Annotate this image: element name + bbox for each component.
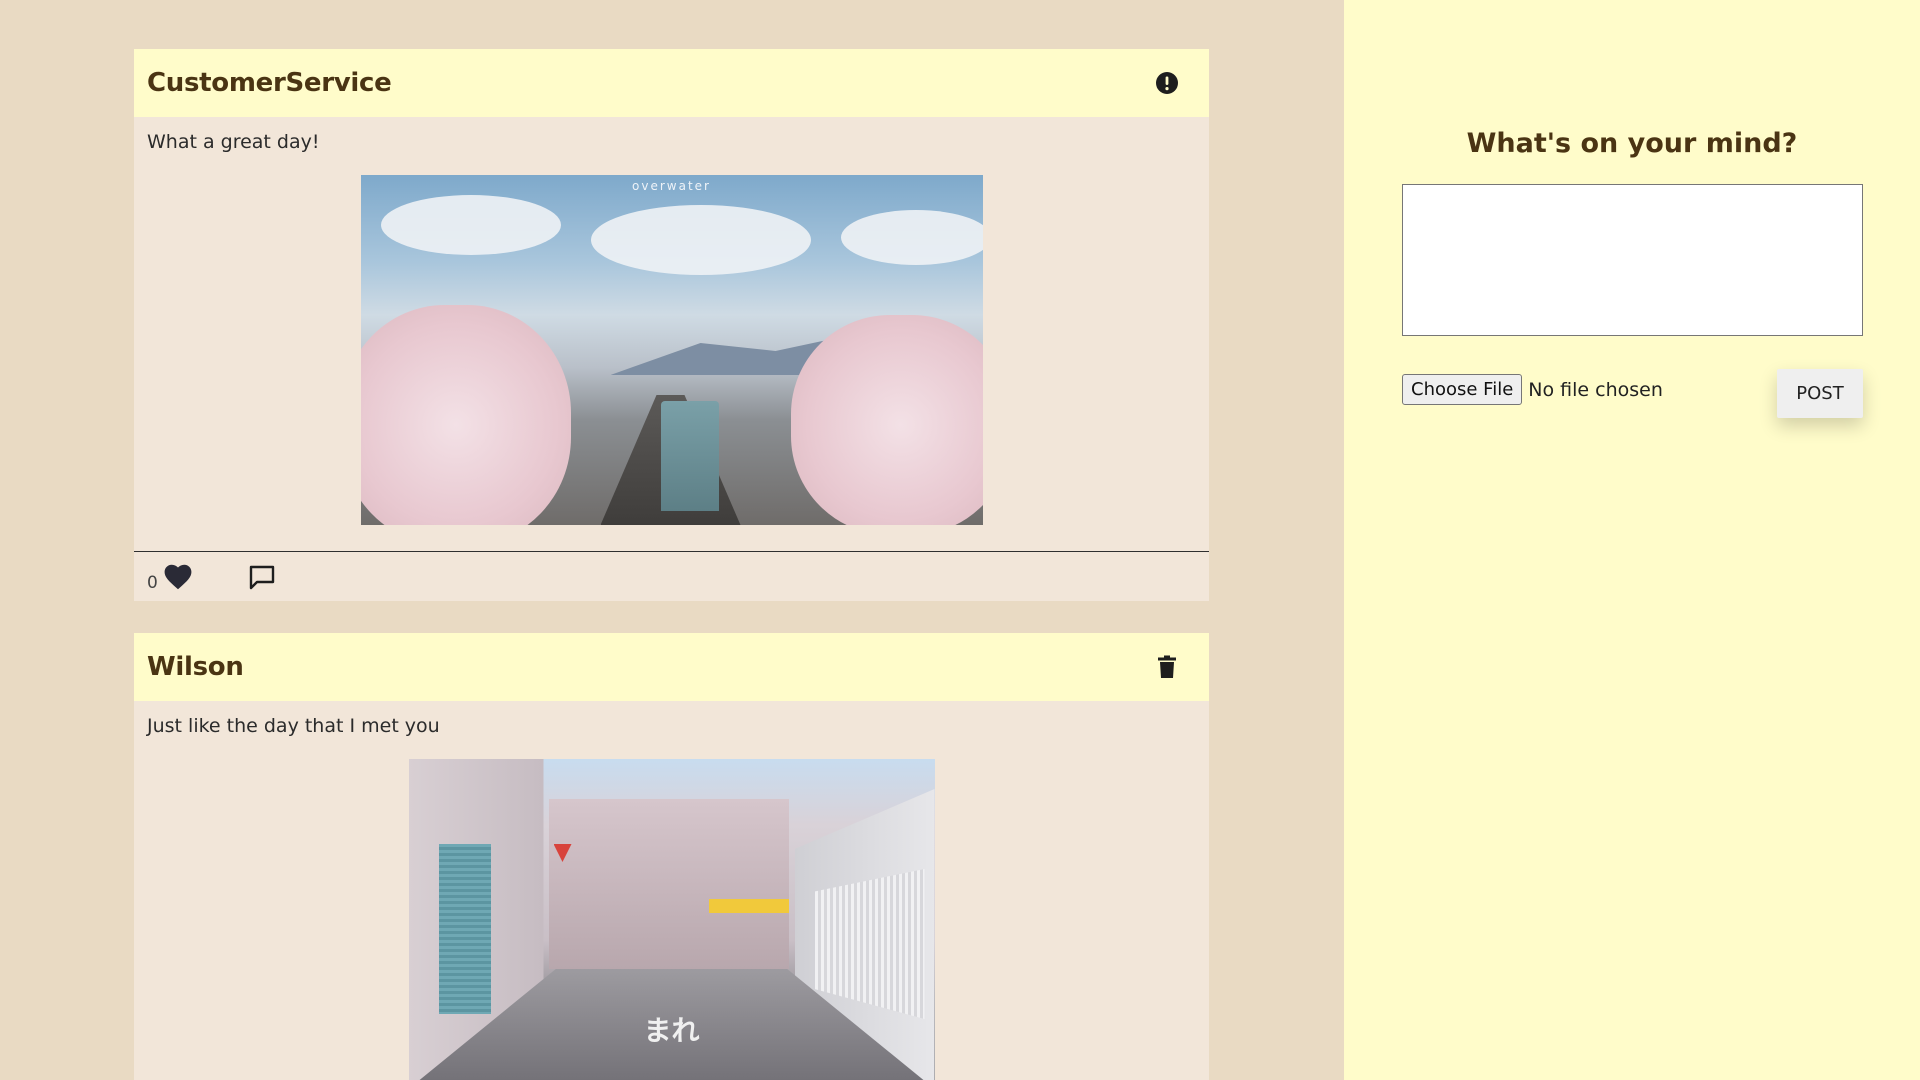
post-header: Wilson: [134, 633, 1209, 701]
composer-title: What's on your mind?: [1466, 128, 1798, 159]
heart-icon[interactable]: [164, 564, 192, 590]
file-status: No file chosen: [1528, 378, 1663, 401]
post-image[interactable]: まれ: [408, 759, 935, 1080]
trash-icon[interactable]: [1154, 654, 1180, 680]
post-card: Wilson Just like the day that I met you: [134, 633, 1209, 1080]
post-textarea[interactable]: [1402, 184, 1863, 336]
post-actions: 0: [134, 552, 1209, 601]
post-image[interactable]: overwater: [360, 175, 983, 525]
road-marking: まれ: [643, 1014, 700, 1047]
post-image-container: overwater: [134, 163, 1209, 525]
post-text: What a great day!: [147, 131, 320, 153]
choose-file-button[interactable]: Choose File: [1402, 374, 1523, 405]
post-text: Just like the day that I met you: [147, 715, 440, 737]
post-feed: CustomerService What a great day! overwa…: [134, 49, 1209, 1080]
post-author[interactable]: CustomerService: [147, 68, 392, 98]
exclamation-circle-icon[interactable]: [1154, 70, 1180, 96]
post-author[interactable]: Wilson: [147, 652, 244, 682]
image-watermark: overwater: [632, 179, 711, 193]
file-picker: Choose File No file chosen: [1402, 374, 1663, 405]
like-count: 0: [147, 572, 158, 593]
post-header: CustomerService: [134, 49, 1209, 117]
comment-icon[interactable]: [248, 564, 276, 590]
post-button[interactable]: POST: [1777, 369, 1863, 418]
composer-sidebar: What's on your mind? Choose File No file…: [1344, 0, 1920, 1080]
post-card: CustomerService What a great day! overwa…: [134, 49, 1209, 601]
post-image-container: まれ: [134, 747, 1209, 1080]
